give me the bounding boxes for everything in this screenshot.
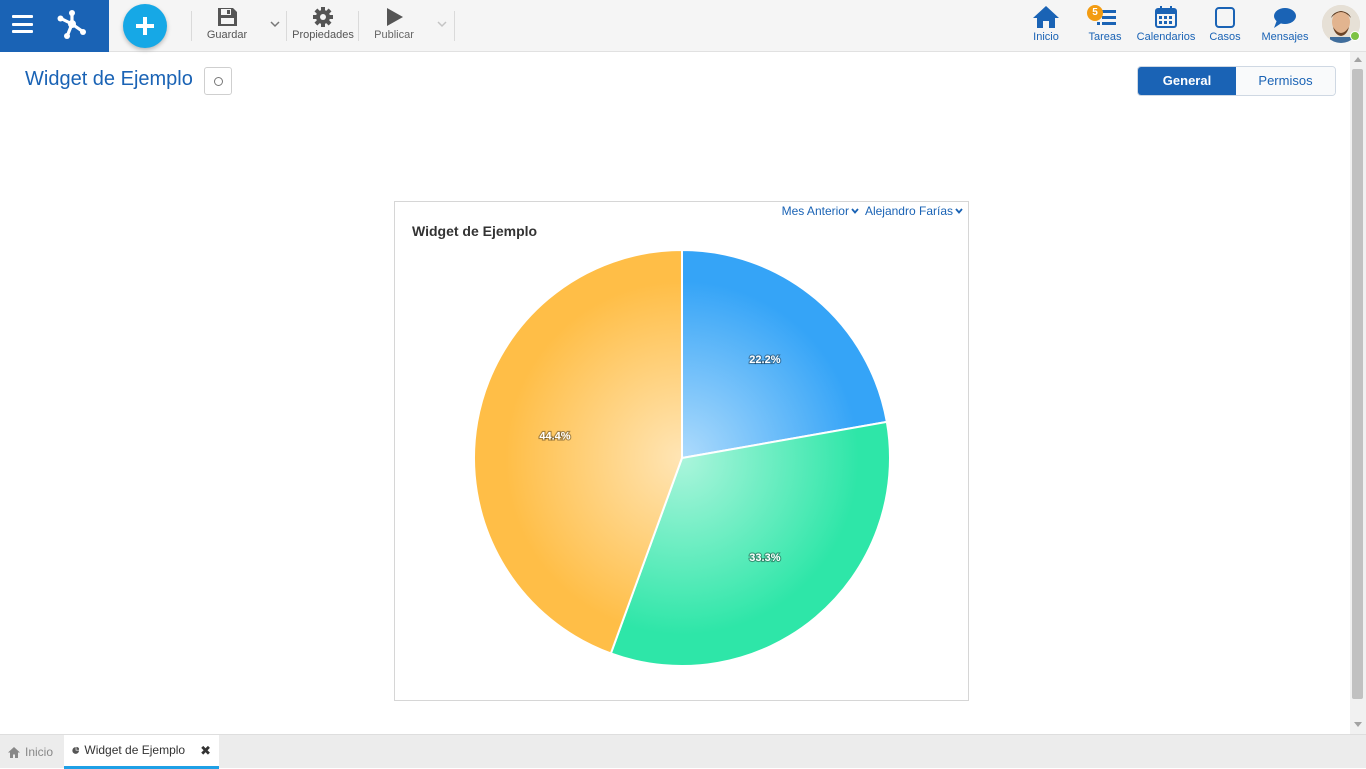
nav-messages-label: Mensajes [1261,31,1309,43]
plus-icon [136,17,154,35]
case-box-icon [1215,7,1235,28]
nav-calendars-label: Calendarios [1136,31,1196,43]
chat-bubble-icon [1274,8,1296,28]
widget-card: Mes Anterior Alejandro Farías Widget de … [394,201,969,701]
publish-button[interactable]: Publicar [372,6,416,46]
calendar-icon [1155,6,1177,28]
bottom-tab-bar: Inicio Widget de Ejemplo ✖ [0,734,1366,769]
bottom-tab-current-label: Widget de Ejemplo [84,743,186,757]
properties-button[interactable]: Propiedades [291,6,355,46]
nav-cases-label: Casos [1209,31,1241,43]
status-button[interactable] [204,67,232,95]
nav-home[interactable]: Inicio [1030,5,1062,47]
pie-chart: 22.2% 33.3% 44.4% [473,248,891,667]
save-dropdown-chevron-icon[interactable] [269,18,281,30]
top-toolbar: Guardar Propiedades Publicar Inicio Tare… [0,0,1366,52]
nav-home-label: Inicio [1033,31,1059,43]
toolbar-divider [454,11,455,41]
pie-slice-label: 33.3% [749,552,780,564]
view-tabs: General Permisos [1137,66,1336,96]
nav-tasks-label: Tareas [1088,31,1122,43]
menu-icon[interactable] [12,15,33,33]
scroll-up-arrow-icon[interactable] [1354,57,1362,62]
circle-icon [214,77,223,86]
brand-area [0,0,109,52]
nav-calendars[interactable]: Calendarios [1136,5,1196,47]
save-button[interactable]: Guardar [205,6,249,46]
page-scrollbar[interactable] [1350,52,1366,734]
add-button[interactable] [123,4,167,48]
pie-chart-icon [72,746,80,754]
gear-icon [313,7,333,27]
home-icon [1033,6,1059,28]
nav-cases[interactable]: Casos [1207,5,1243,47]
publish-dropdown-chevron-icon[interactable] [436,18,448,30]
bottom-tab-home-label: Inicio [25,744,54,759]
floppy-disk-icon [218,8,237,26]
publish-label: Publicar [374,29,414,41]
toolbar-divider [286,11,287,41]
play-icon [387,8,403,26]
save-label: Guardar [206,29,248,41]
tasks-count-badge: 5 [1087,5,1103,21]
toolbar-divider [191,11,192,41]
pie-slice-label: 44.4% [539,431,570,443]
close-tab-icon[interactable]: ✖ [200,737,211,764]
bottom-tab-home[interactable]: Inicio [0,735,61,769]
scroll-down-arrow-icon[interactable] [1354,722,1362,727]
app-logo[interactable] [54,6,90,42]
pie-slice-label: 22.2% [749,354,780,366]
tab-general[interactable]: General [1138,67,1236,95]
home-icon [8,746,20,758]
bottom-tab-current[interactable]: Widget de Ejemplo ✖ [64,735,219,769]
scroll-thumb[interactable] [1352,69,1363,699]
properties-label: Propiedades [292,29,354,41]
page-title: Widget de Ejemplo [25,68,193,90]
nav-messages[interactable]: Mensajes [1260,5,1310,47]
online-status-indicator [1350,31,1360,41]
toolbar-divider [358,11,359,41]
tab-permissions[interactable]: Permisos [1236,67,1335,95]
